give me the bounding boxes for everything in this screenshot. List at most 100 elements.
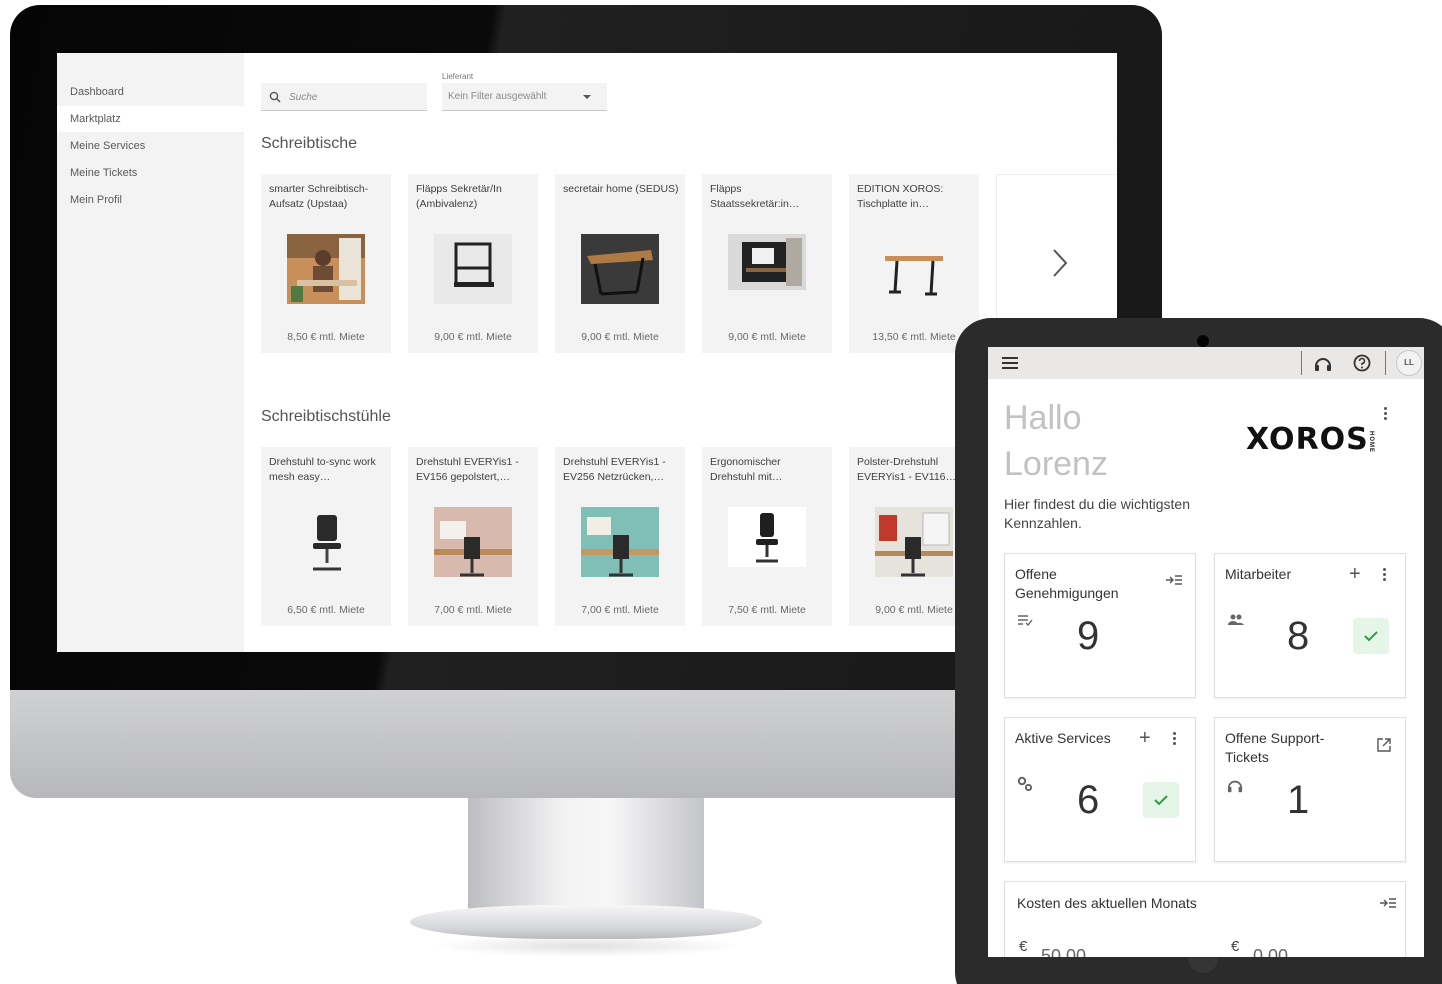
tile-employees[interactable]: Mitarbeiter + 8 <box>1214 553 1406 698</box>
tile-title: Mitarbeiter <box>1225 566 1292 582</box>
product-name: secretair home (SEDUS) <box>563 183 679 195</box>
sidebar-item-meine-services[interactable]: Meine Services <box>57 133 244 159</box>
currency-icon: € <box>1019 938 1028 955</box>
tile-value: 6 <box>1077 778 1100 822</box>
more-vert-icon[interactable] <box>1173 732 1177 747</box>
avatar[interactable]: LL <box>1396 350 1422 376</box>
tile-title: Offene Support-Tickets <box>1225 730 1325 765</box>
dashboard-subtitle: Hier findest du die wichtigsten Kennzahl… <box>1004 496 1190 531</box>
chevron-down-icon <box>583 95 591 99</box>
add-icon[interactable]: + <box>1349 564 1361 584</box>
product-name: Drehstuhl to-sync work mesh easy… <box>269 456 376 483</box>
search-input[interactable] <box>289 89 419 105</box>
menu-icon[interactable] <box>1002 357 1018 369</box>
product-name: Fläpps Staatssekretär:in… <box>710 183 800 210</box>
product-image <box>581 507 659 577</box>
product-card[interactable]: secretair home (SEDUS) 9,00 € mtl. Miete <box>555 174 685 353</box>
sidebar-item-mein-profil[interactable]: Mein Profil <box>57 187 244 213</box>
product-card[interactable]: Fläpps Sekretär/In (Ambivalenz) 9,00 € m… <box>408 174 538 353</box>
tablet-camera <box>1197 335 1209 347</box>
product-image <box>434 234 512 304</box>
sidebar-item-dashboard[interactable]: Dashboard <box>57 79 244 105</box>
cost-value: 0,00 <box>1253 946 1289 957</box>
cost-value: 50,00 <box>1041 946 1087 957</box>
product-name: Ergonomischer Drehstuhl mit… <box>710 456 783 483</box>
search-icon <box>269 91 281 103</box>
tablet-toolbar: LL <box>988 347 1424 379</box>
approval-list-icon <box>1018 615 1033 626</box>
filter-value: Kein Filter ausgewählt <box>448 91 547 102</box>
product-price: 9,00 € mtl. Miete <box>728 331 806 343</box>
product-card[interactable]: Drehstuhl EVERYis1 - EV256 Netzrücken,… … <box>555 447 685 626</box>
product-card[interactable]: Fläpps Staatssekretär:in… 9,00 € mtl. Mi… <box>702 174 832 353</box>
search-field[interactable] <box>261 83 427 111</box>
sidebar-item-marktplatz[interactable]: Marktplatz <box>57 106 244 132</box>
brand-logo-sub: HOME <box>1368 431 1374 453</box>
tile-value: 9 <box>1077 614 1100 658</box>
tile-title: Offene Genehmigungen <box>1015 566 1119 601</box>
product-card[interactable]: Ergonomischer Drehstuhl mit… 7,50 € mtl.… <box>702 447 832 626</box>
supplier-filter-select[interactable]: Kein Filter ausgewählt <box>442 83 607 111</box>
tile-title: Kosten des aktuellen Monats <box>1017 895 1197 911</box>
sidebar-item-meine-tickets[interactable]: Meine Tickets <box>57 160 244 186</box>
people-icon <box>1228 614 1244 625</box>
monitor-foot <box>410 905 762 939</box>
open-external-icon[interactable] <box>1377 738 1391 752</box>
product-price: 9,00 € mtl. Miete <box>581 331 659 343</box>
brand-logo: XOROS <box>1246 422 1369 457</box>
section-title-schreibtische: Schreibtische <box>261 135 358 152</box>
support-icon[interactable] <box>1314 355 1332 373</box>
product-image <box>287 507 365 577</box>
product-name: EDITION XOROS: Tischplatte in… <box>857 183 944 210</box>
gears-icon <box>1017 776 1033 792</box>
tile-title: Aktive Services <box>1015 730 1111 746</box>
open-list-icon[interactable] <box>1165 574 1183 586</box>
product-price: 9,00 € mtl. Miete <box>434 331 512 343</box>
greeting-name: Lorenz <box>1004 445 1108 483</box>
product-price: 7,50 € mtl. Miete <box>728 604 806 616</box>
toolbar-separator <box>1385 351 1386 375</box>
add-icon[interactable]: + <box>1139 728 1151 748</box>
currency-icon: € <box>1231 938 1240 955</box>
toolbar-separator <box>1301 351 1302 375</box>
product-price: 6,50 € mtl. Miete <box>287 604 365 616</box>
product-name: Drehstuhl EVERYis1 - EV156 gepolstert,… <box>416 456 519 483</box>
product-image <box>728 507 806 577</box>
product-name: Drehstuhl EVERYis1 - EV256 Netzrücken,… <box>563 456 666 483</box>
tile-open-approvals[interactable]: Offene Genehmigungen 9 <box>1004 553 1196 698</box>
product-card[interactable]: Drehstuhl EVERYis1 - EV156 gepolstert,… … <box>408 447 538 626</box>
sidebar: Dashboard Marktplatz Meine Services Mein… <box>57 53 244 652</box>
product-image <box>287 234 365 304</box>
status-ok-badge <box>1353 618 1389 654</box>
section-title-schreibtischstuehle: Schreibtischstühle <box>261 408 391 425</box>
chevron-right-icon <box>1053 249 1068 277</box>
product-image <box>434 507 512 577</box>
product-price: 7,00 € mtl. Miete <box>581 604 659 616</box>
greeting-hello: Hallo <box>1004 399 1082 437</box>
support-icon <box>1227 780 1243 793</box>
tile-value: 8 <box>1287 614 1310 658</box>
help-icon[interactable] <box>1353 354 1371 372</box>
open-list-icon[interactable] <box>1379 897 1397 909</box>
check-icon <box>1364 631 1378 642</box>
product-price: 7,00 € mtl. Miete <box>434 604 512 616</box>
product-card[interactable]: smarter Schreibtisch-Aufsatz (Upstaa) 8,… <box>261 174 391 353</box>
tile-monthly-costs[interactable]: Kosten des aktuellen Monats € 50,00 € 0,… <box>1004 881 1406 957</box>
product-card[interactable]: EDITION XOROS: Tischplatte in… 13,50 € m… <box>849 174 979 353</box>
tile-value: 1 <box>1287 778 1310 822</box>
filter-label: Lieferant <box>442 72 474 81</box>
check-icon <box>1154 795 1168 806</box>
product-name: smarter Schreibtisch-Aufsatz (Upstaa) <box>269 183 369 210</box>
more-vert-icon[interactable] <box>1383 568 1387 583</box>
monitor-stand <box>468 798 704 920</box>
product-card[interactable]: Drehstuhl to-sync work mesh easy… 6,50 €… <box>261 447 391 626</box>
tile-open-support-tickets[interactable]: Offene Support-Tickets 1 <box>1214 717 1406 862</box>
product-image <box>728 234 806 304</box>
product-image <box>875 234 953 304</box>
product-price: 8,50 € mtl. Miete <box>287 331 365 343</box>
more-vert-icon[interactable] <box>1384 407 1388 422</box>
product-image <box>581 234 659 304</box>
tile-active-services[interactable]: Aktive Services + 6 <box>1004 717 1196 862</box>
tablet-screen: LL Hallo Lorenz Hier findest du die wich… <box>988 347 1424 957</box>
product-image <box>875 507 953 577</box>
